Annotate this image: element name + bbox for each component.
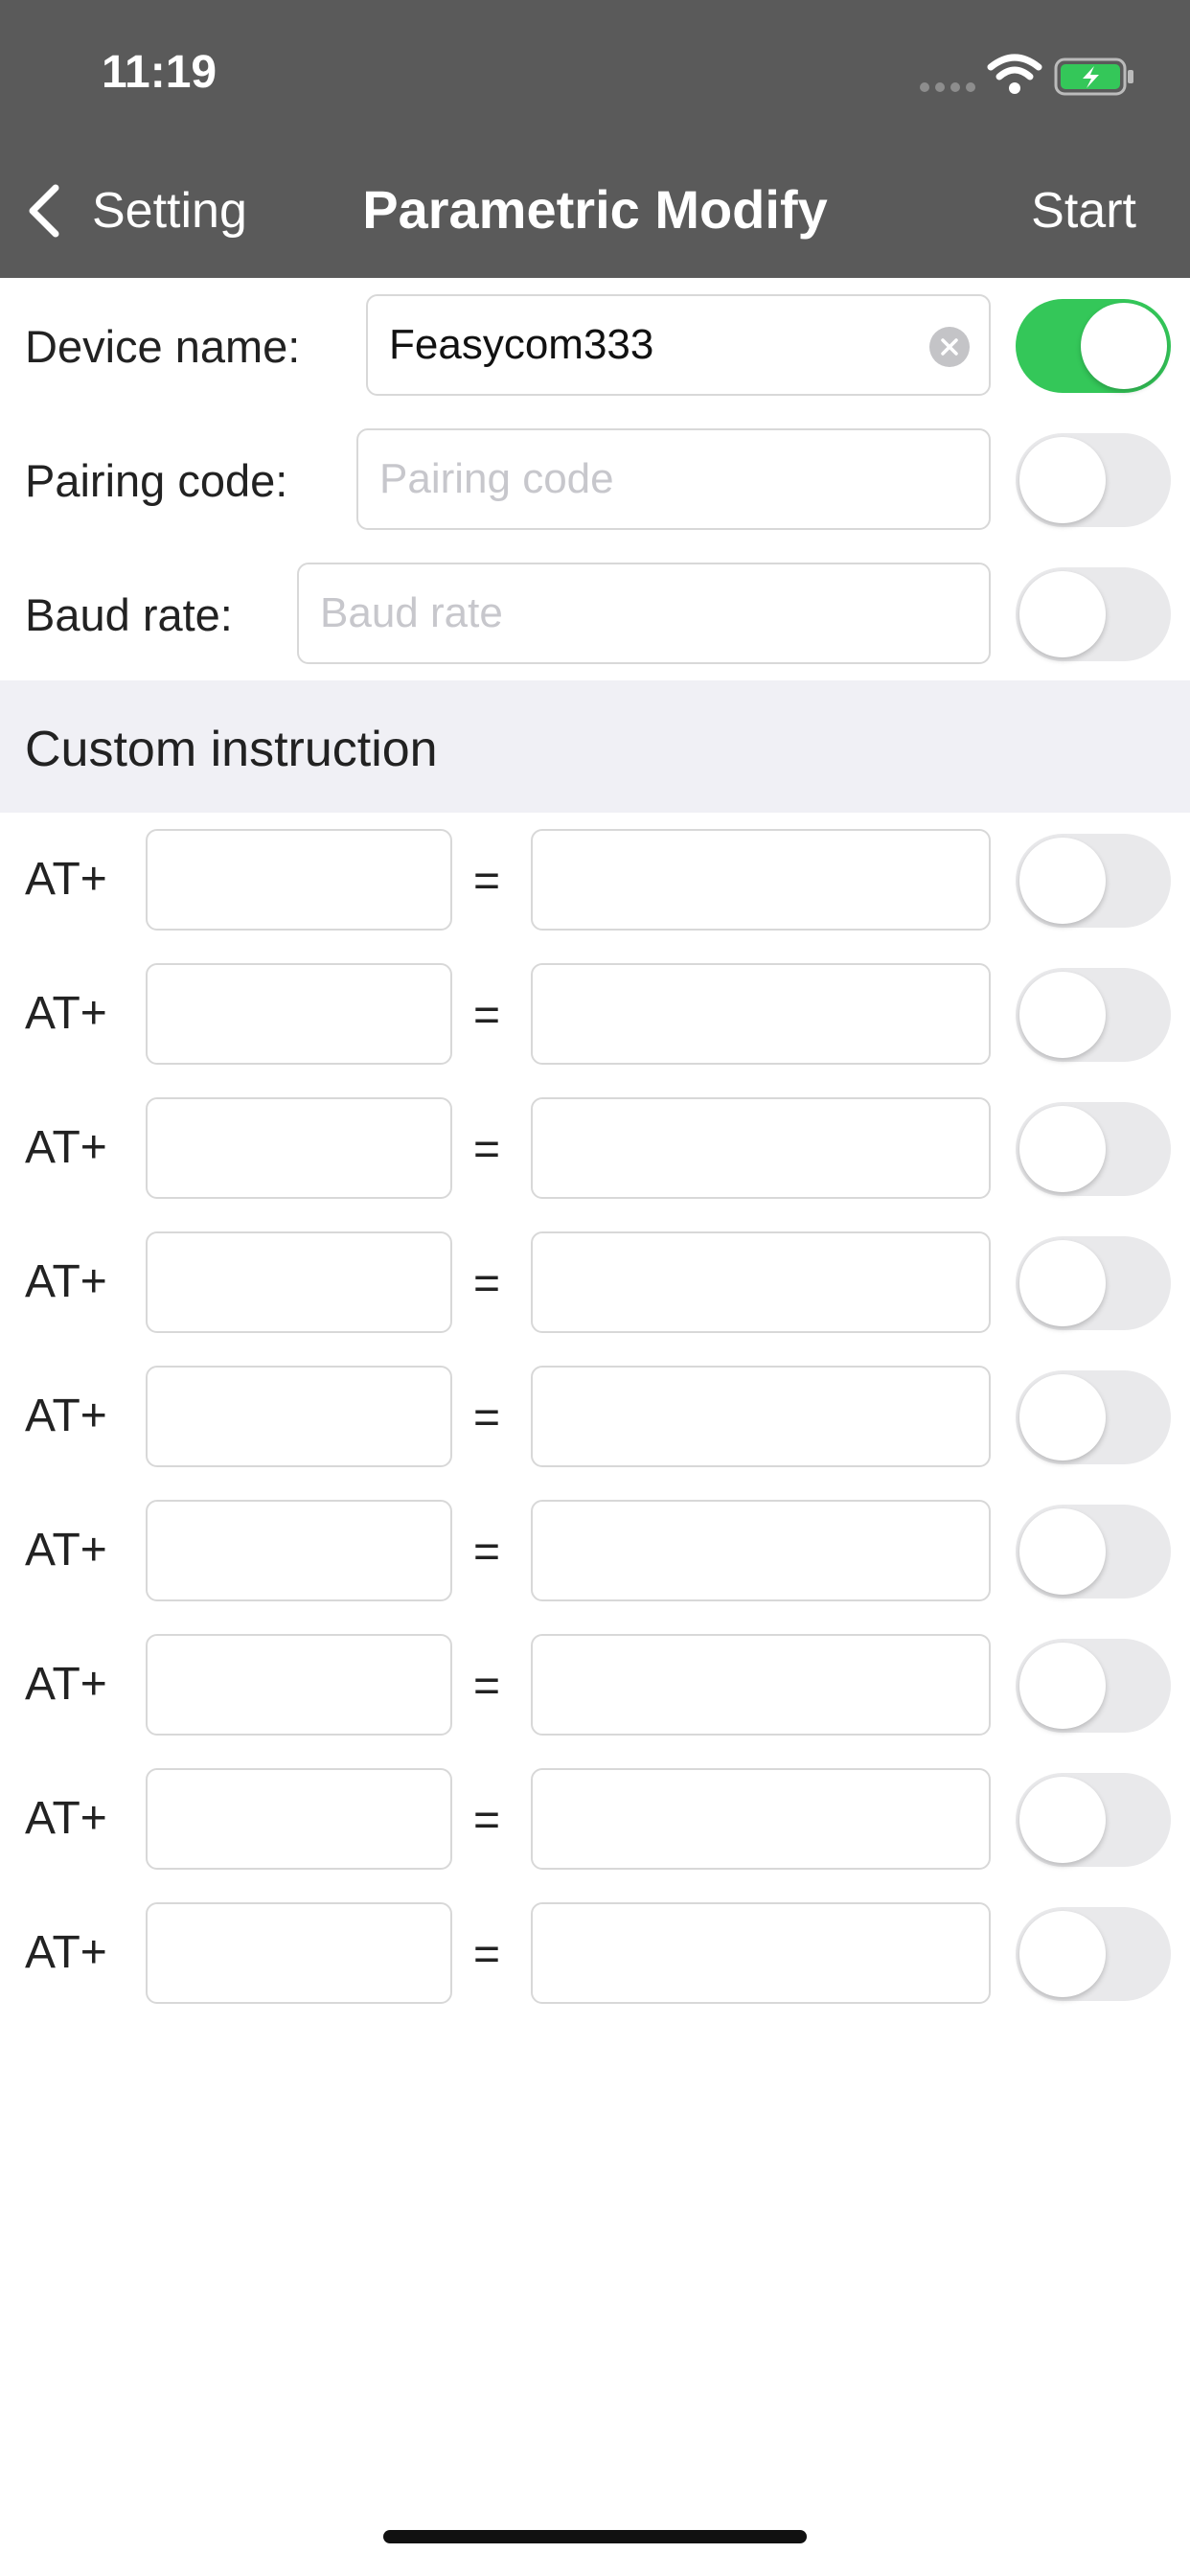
at-command-row: AT+ = (0, 1081, 1190, 1215)
equals-label: = (473, 1258, 501, 1309)
at-value-input[interactable] (531, 1231, 991, 1333)
pairing-code-placeholder: Pairing code (379, 455, 614, 502)
toggle-knob (1019, 838, 1106, 924)
pairing-code-label: Pairing code: (25, 455, 288, 506)
at-value-input[interactable] (531, 1902, 991, 2004)
at-command-toggle[interactable] (1016, 1236, 1171, 1330)
device-name-toggle[interactable] (1016, 299, 1171, 393)
baud-rate-toggle[interactable] (1016, 567, 1171, 661)
equals-label: = (473, 1661, 501, 1712)
at-command-row: AT+ = (0, 1484, 1190, 1618)
at-value-input[interactable] (531, 963, 991, 1065)
at-command-toggle[interactable] (1016, 1639, 1171, 1733)
section-title: Custom instruction (25, 722, 438, 777)
pairing-code-row: Pairing code: Pairing code (0, 412, 1190, 546)
device-name-label: Device name: (25, 321, 301, 372)
at-value-input[interactable] (531, 1500, 991, 1601)
at-command-toggle[interactable] (1016, 1907, 1171, 2001)
toggle-knob (1019, 1643, 1106, 1729)
at-command-row: AT+ = (0, 1349, 1190, 1484)
equals-label: = (473, 1124, 501, 1175)
wifi-icon (987, 54, 1042, 94)
toggle-knob (1019, 1508, 1106, 1595)
equals-label: = (473, 1795, 501, 1846)
at-command-toggle[interactable] (1016, 968, 1171, 1062)
equals-label: = (473, 990, 501, 1041)
at-command-row: AT+ = (0, 1215, 1190, 1349)
at-value-input[interactable] (531, 829, 991, 931)
toggle-knob (1081, 303, 1167, 389)
baud-rate-placeholder: Baud rate (320, 589, 503, 636)
toggle-knob (1019, 1911, 1106, 1997)
at-prefix-label: AT+ (25, 1927, 107, 1978)
toggle-knob (1019, 1777, 1106, 1863)
at-command-row: AT+ = (0, 1752, 1190, 1886)
at-command-input[interactable] (146, 1097, 452, 1199)
at-command-row: AT+ = (0, 1886, 1190, 2020)
cellular-signal-icon (920, 82, 975, 92)
at-prefix-label: AT+ (25, 1793, 107, 1844)
toggle-knob (1019, 437, 1106, 523)
at-prefix-label: AT+ (25, 854, 107, 905)
at-command-input[interactable] (146, 1634, 452, 1736)
baud-rate-label: Baud rate: (25, 589, 233, 640)
at-command-row: AT+ = (0, 947, 1190, 1081)
equals-label: = (473, 1929, 501, 1980)
toggle-knob (1019, 571, 1106, 657)
equals-label: = (473, 1392, 501, 1443)
device-name-row: Device name: Feasycom333 (0, 278, 1190, 412)
toggle-knob (1019, 972, 1106, 1058)
at-value-input[interactable] (531, 1366, 991, 1467)
at-value-input[interactable] (531, 1097, 991, 1199)
at-command-input[interactable] (146, 1500, 452, 1601)
at-command-row: AT+ = (0, 813, 1190, 947)
at-command-toggle[interactable] (1016, 1505, 1171, 1598)
equals-label: = (473, 1527, 501, 1577)
at-prefix-label: AT+ (25, 1256, 107, 1307)
baud-rate-input[interactable]: Baud rate (297, 563, 991, 664)
at-command-toggle[interactable] (1016, 834, 1171, 928)
at-command-toggle[interactable] (1016, 1370, 1171, 1464)
device-name-value: Feasycom333 (389, 321, 654, 368)
at-command-input[interactable] (146, 1768, 452, 1870)
at-command-input[interactable] (146, 1366, 452, 1467)
status-time: 11:19 (102, 47, 217, 98)
toggle-knob (1019, 1240, 1106, 1326)
toggle-knob (1019, 1374, 1106, 1460)
at-command-row: AT+ = (0, 1618, 1190, 1752)
at-command-input[interactable] (146, 1231, 452, 1333)
toggle-knob (1019, 1106, 1106, 1192)
at-value-input[interactable] (531, 1768, 991, 1870)
device-name-input[interactable]: Feasycom333 (366, 294, 991, 396)
start-button[interactable]: Start (1031, 182, 1136, 240)
at-command-toggle[interactable] (1016, 1773, 1171, 1867)
pairing-code-input[interactable]: Pairing code (356, 428, 991, 530)
pairing-code-toggle[interactable] (1016, 433, 1171, 527)
at-command-toggle[interactable] (1016, 1102, 1171, 1196)
at-prefix-label: AT+ (25, 1391, 107, 1441)
baud-rate-row: Baud rate: Baud rate (0, 546, 1190, 680)
at-value-input[interactable] (531, 1634, 991, 1736)
at-prefix-label: AT+ (25, 988, 107, 1039)
at-prefix-label: AT+ (25, 1122, 107, 1173)
home-indicator (383, 2530, 807, 2543)
at-prefix-label: AT+ (25, 1659, 107, 1710)
at-prefix-label: AT+ (25, 1525, 107, 1576)
clear-text-icon[interactable] (929, 327, 970, 367)
at-command-input[interactable] (146, 963, 452, 1065)
navigation-bar: 11:19 Setting Parametric Modify Start (0, 0, 1190, 278)
page-title: Parametric Modify (362, 179, 828, 240)
equals-label: = (473, 856, 501, 907)
battery-charging-icon (1054, 58, 1133, 96)
at-command-input[interactable] (146, 1902, 452, 2004)
custom-instruction-header: Custom instruction (0, 680, 1190, 813)
at-command-input[interactable] (146, 829, 452, 931)
